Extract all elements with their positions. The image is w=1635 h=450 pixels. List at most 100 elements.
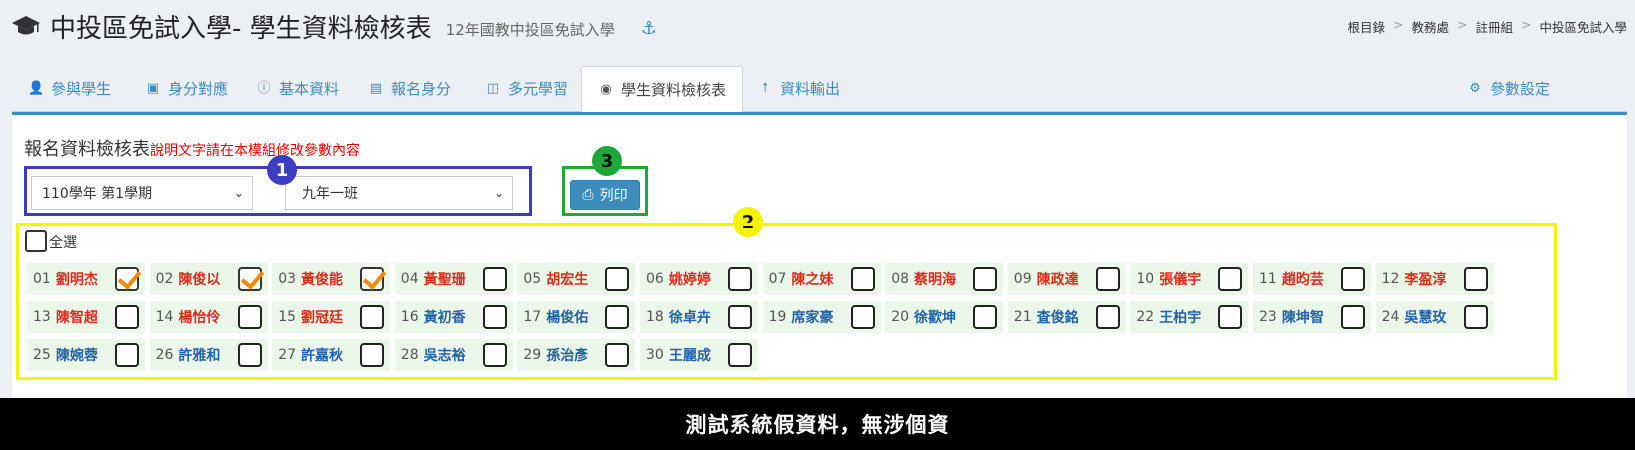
student-name: 胡宏生 (546, 272, 589, 288)
tab-participants[interactable]: 👤 參與學生 (28, 66, 111, 112)
student-number: 11 (1259, 271, 1277, 287)
student-checkbox[interactable] (1463, 305, 1488, 329)
student-checkbox[interactable] (605, 305, 630, 329)
student-name: 陳政達 (1036, 272, 1079, 288)
student-checkbox[interactable] (850, 305, 875, 329)
student-number: 12 (1381, 271, 1400, 287)
tab-settings[interactable]: ⚙ 參數設定 (1467, 66, 1550, 112)
student-checkbox[interactable] (1095, 267, 1120, 291)
student-name: 孫治彥 (546, 348, 589, 364)
student-number: 08 (891, 271, 910, 287)
print-button-label: 列印 (599, 188, 628, 204)
student-item[interactable]: 05 胡宏生 (517, 263, 636, 295)
student-item[interactable]: 14 楊怡伶 (149, 301, 268, 333)
select-all-checkbox[interactable] (25, 230, 47, 252)
student-item[interactable]: 07 陳之妹 (762, 263, 881, 295)
print-button[interactable]: ⎙ 列印 (570, 180, 640, 210)
student-checkbox[interactable] (1341, 267, 1365, 291)
select-all[interactable]: 全選 (25, 230, 77, 252)
student-checkbox[interactable] (1218, 267, 1243, 291)
tab-student-checklist[interactable]: ◉ 學生資料檢核表 (581, 66, 744, 113)
student-checkbox[interactable] (482, 343, 507, 367)
student-item[interactable]: 18 徐卓卉 (640, 301, 758, 333)
student-checkbox[interactable] (728, 267, 752, 291)
footer-banner: 測試系統假資料，無涉個資 (0, 398, 1635, 450)
student-checkbox[interactable] (605, 343, 630, 367)
student-item[interactable]: 22 王柏宇 (1130, 301, 1249, 333)
student-item[interactable]: 11 趙昀芸 (1253, 263, 1371, 295)
student-checkbox[interactable] (360, 343, 385, 367)
student-checkbox[interactable] (237, 305, 262, 329)
student-checkbox[interactable] (115, 267, 139, 291)
student-number: 18 (646, 309, 664, 325)
student-item[interactable]: 12 李盈淳 (1375, 263, 1494, 295)
student-item[interactable]: 29 孫治彥 (517, 339, 636, 371)
student-checkbox[interactable] (360, 267, 385, 291)
student-item[interactable]: 27 許嘉秋 (272, 339, 391, 371)
student-checkbox[interactable] (482, 305, 507, 329)
breadcrumb-item-academic[interactable]: 教務處 (1411, 17, 1449, 36)
student-item[interactable]: 30 王麗成 (640, 339, 758, 371)
class-select-value: 九年一班 (302, 186, 358, 202)
tab-identity-mapping[interactable]: ▣ 身分對應 (145, 66, 228, 112)
student-checkbox[interactable] (728, 343, 752, 367)
student-checkbox[interactable] (1095, 305, 1120, 329)
panel-note: 說明文字請在本模組修改參數內容 (150, 143, 360, 159)
page-subtitle: 12年國教中投區免試入學 (445, 20, 615, 39)
student-item[interactable]: 19 席家豪 (762, 301, 881, 333)
student-checkbox[interactable] (728, 305, 752, 329)
student-item[interactable]: 02 陳俊以 (149, 263, 268, 295)
student-checkbox[interactable] (482, 267, 507, 291)
breadcrumb-item-root[interactable]: 根目錄 (1347, 17, 1385, 36)
student-item[interactable]: 15 劉冠廷 (272, 301, 391, 333)
student-checkbox[interactable] (1218, 305, 1243, 329)
student-checkbox[interactable] (237, 267, 262, 291)
tab-data-export[interactable]: ⭡ 資料輸出 (757, 66, 840, 112)
student-name: 陳坤智 (1281, 310, 1324, 326)
student-item[interactable]: 06 姚婷婷 (640, 263, 758, 295)
student-item[interactable]: 08 蔡明海 (885, 263, 1004, 295)
student-checkbox[interactable] (115, 305, 139, 329)
student-item[interactable]: 17 楊俊佑 (517, 301, 636, 333)
student-item[interactable]: 25 陳婉蓉 (27, 339, 145, 371)
student-checkbox[interactable] (973, 267, 998, 291)
page-header: 中投區免試入學- 學生資料檢核表 12年國教中投區免試入學 ⚓ (12, 6, 657, 46)
tab-label: 身分對應 (168, 80, 229, 98)
student-item[interactable]: 20 徐歡坤 (885, 301, 1004, 333)
student-item[interactable]: 01 劉明杰 (27, 263, 145, 295)
student-item[interactable]: 21 査俊銘 (1007, 301, 1126, 333)
student-item[interactable]: 13 陳智超 (27, 301, 145, 333)
class-select[interactable]: 九年一班 ⌄ (285, 176, 513, 210)
student-item[interactable]: 26 許雅和 (149, 339, 268, 371)
student-name: 席家豪 (791, 310, 834, 326)
student-checkbox[interactable] (1341, 305, 1365, 329)
student-checkbox[interactable] (973, 305, 998, 329)
student-item[interactable]: 28 吳志裕 (394, 339, 513, 371)
student-item[interactable]: 16 黃初香 (394, 301, 513, 333)
student-checkbox[interactable] (605, 267, 630, 291)
breadcrumb-item-registry[interactable]: 註冊組 (1475, 17, 1513, 36)
student-item[interactable]: 04 黃聖珊 (394, 263, 513, 295)
semester-select[interactable]: 110學年 第1學期 ⌄ (31, 176, 253, 210)
student-checkbox[interactable] (237, 343, 262, 367)
student-checkbox[interactable] (360, 305, 385, 329)
step-marker-3: 3 (592, 146, 622, 176)
info-circle-icon: ⓘ (257, 81, 271, 96)
student-item[interactable]: 10 張儀宇 (1130, 263, 1249, 295)
student-name: 李盈淳 (1404, 272, 1447, 288)
student-checkbox[interactable] (115, 343, 139, 367)
settings-label: 參數設定 (1490, 80, 1551, 98)
student-item[interactable]: 03 黃俊能 (272, 263, 391, 295)
tab-basic-info[interactable]: ⓘ 基本資料 (256, 66, 339, 112)
student-item[interactable]: 09 陳政達 (1007, 263, 1126, 295)
anchor-icon[interactable]: ⚓ (641, 18, 657, 39)
check-eye-icon: ◉ (600, 81, 612, 97)
student-item[interactable]: 24 吳慧玫 (1375, 301, 1494, 333)
student-checkbox[interactable] (1463, 267, 1488, 291)
student-checkbox[interactable] (850, 267, 875, 291)
breadcrumb-separator: > (1457, 17, 1468, 32)
student-item[interactable]: 23 陳坤智 (1253, 301, 1371, 333)
breadcrumb: 根目錄 > 教務處 > 註冊組 > 中投區免試入學 (1347, 17, 1627, 36)
tab-registration-status[interactable]: ▤ 報名身分 (368, 66, 451, 112)
tab-diverse-learning[interactable]: ◫ 多元學習 (485, 66, 568, 112)
